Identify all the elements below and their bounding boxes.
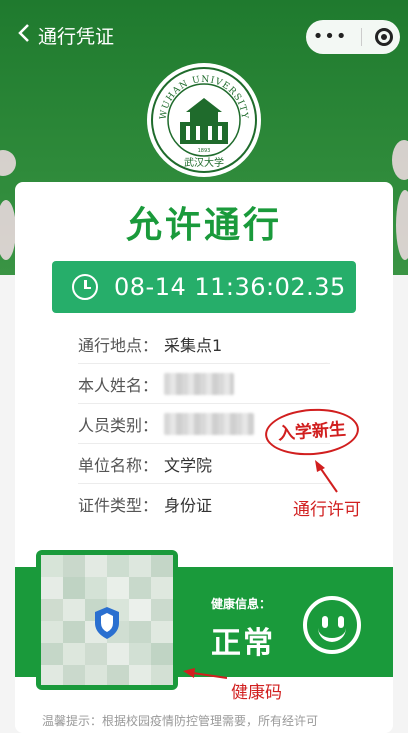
permit-status: 允许通行 xyxy=(125,205,282,246)
capsule-divider xyxy=(360,28,362,46)
redacted-category xyxy=(164,412,255,435)
smile-mouth xyxy=(318,620,346,642)
timestamp-text: 08-14 11:36:02.35 xyxy=(114,273,346,301)
info-label: 通行地点： xyxy=(78,335,159,355)
clock-icon xyxy=(72,274,98,300)
university-logo: WUHAN UNIVERSITY 1893 武汉大学 xyxy=(150,66,258,174)
timestamp-bar: 08-14 11:36:02.35 xyxy=(52,261,356,313)
blossom-decoration xyxy=(396,190,408,260)
info-value: 文学院 xyxy=(164,455,213,475)
notice-text: 温馨提示：根据校园疫情防控管理需要，所有经许可 xyxy=(42,714,319,728)
health-info-label: 健康信息： xyxy=(211,597,272,611)
info-label: 人员类别： xyxy=(78,415,159,435)
health-code-frame[interactable] xyxy=(36,550,178,690)
info-label: 证件类型： xyxy=(78,496,159,515)
svg-text:1893: 1893 xyxy=(198,148,211,154)
mini-program-capsule: ••• xyxy=(306,20,400,54)
pass-annotation: 通行许可 xyxy=(293,500,361,520)
close-mini-program-icon[interactable] xyxy=(375,28,394,46)
annotation-arrow xyxy=(315,460,338,493)
redacted-name xyxy=(164,372,235,395)
info-value: 采集点1 xyxy=(164,335,223,355)
svg-text:武汉大学: 武汉大学 xyxy=(184,156,224,169)
health-annotation: 健康码 xyxy=(231,683,282,703)
blossom-decoration xyxy=(0,200,16,260)
blossom-decoration xyxy=(0,150,16,176)
info-label: 本人姓名： xyxy=(78,375,159,395)
health-qr-code[interactable] xyxy=(41,555,173,685)
info-row-location: 通行地点： 采集点1 xyxy=(78,324,330,364)
health-status-value: 正常 xyxy=(211,626,275,661)
more-menu-icon[interactable]: ••• xyxy=(313,28,348,46)
permit-card: 允许通行 08-14 11:36:02.35 通行地点： 采集点1 本人姓名： … xyxy=(15,182,393,733)
page-title: 通行凭证 xyxy=(38,26,115,48)
annotation-arrow xyxy=(183,668,227,679)
info-label: 单位名称： xyxy=(78,455,159,475)
nav-bar: 通行凭证 ••• xyxy=(0,10,408,56)
smile-icon xyxy=(303,596,361,654)
back-icon[interactable] xyxy=(14,22,36,44)
info-row-name: 本人姓名： xyxy=(78,364,330,404)
blossom-decoration xyxy=(392,140,408,180)
info-value: 身份证 xyxy=(164,496,213,515)
